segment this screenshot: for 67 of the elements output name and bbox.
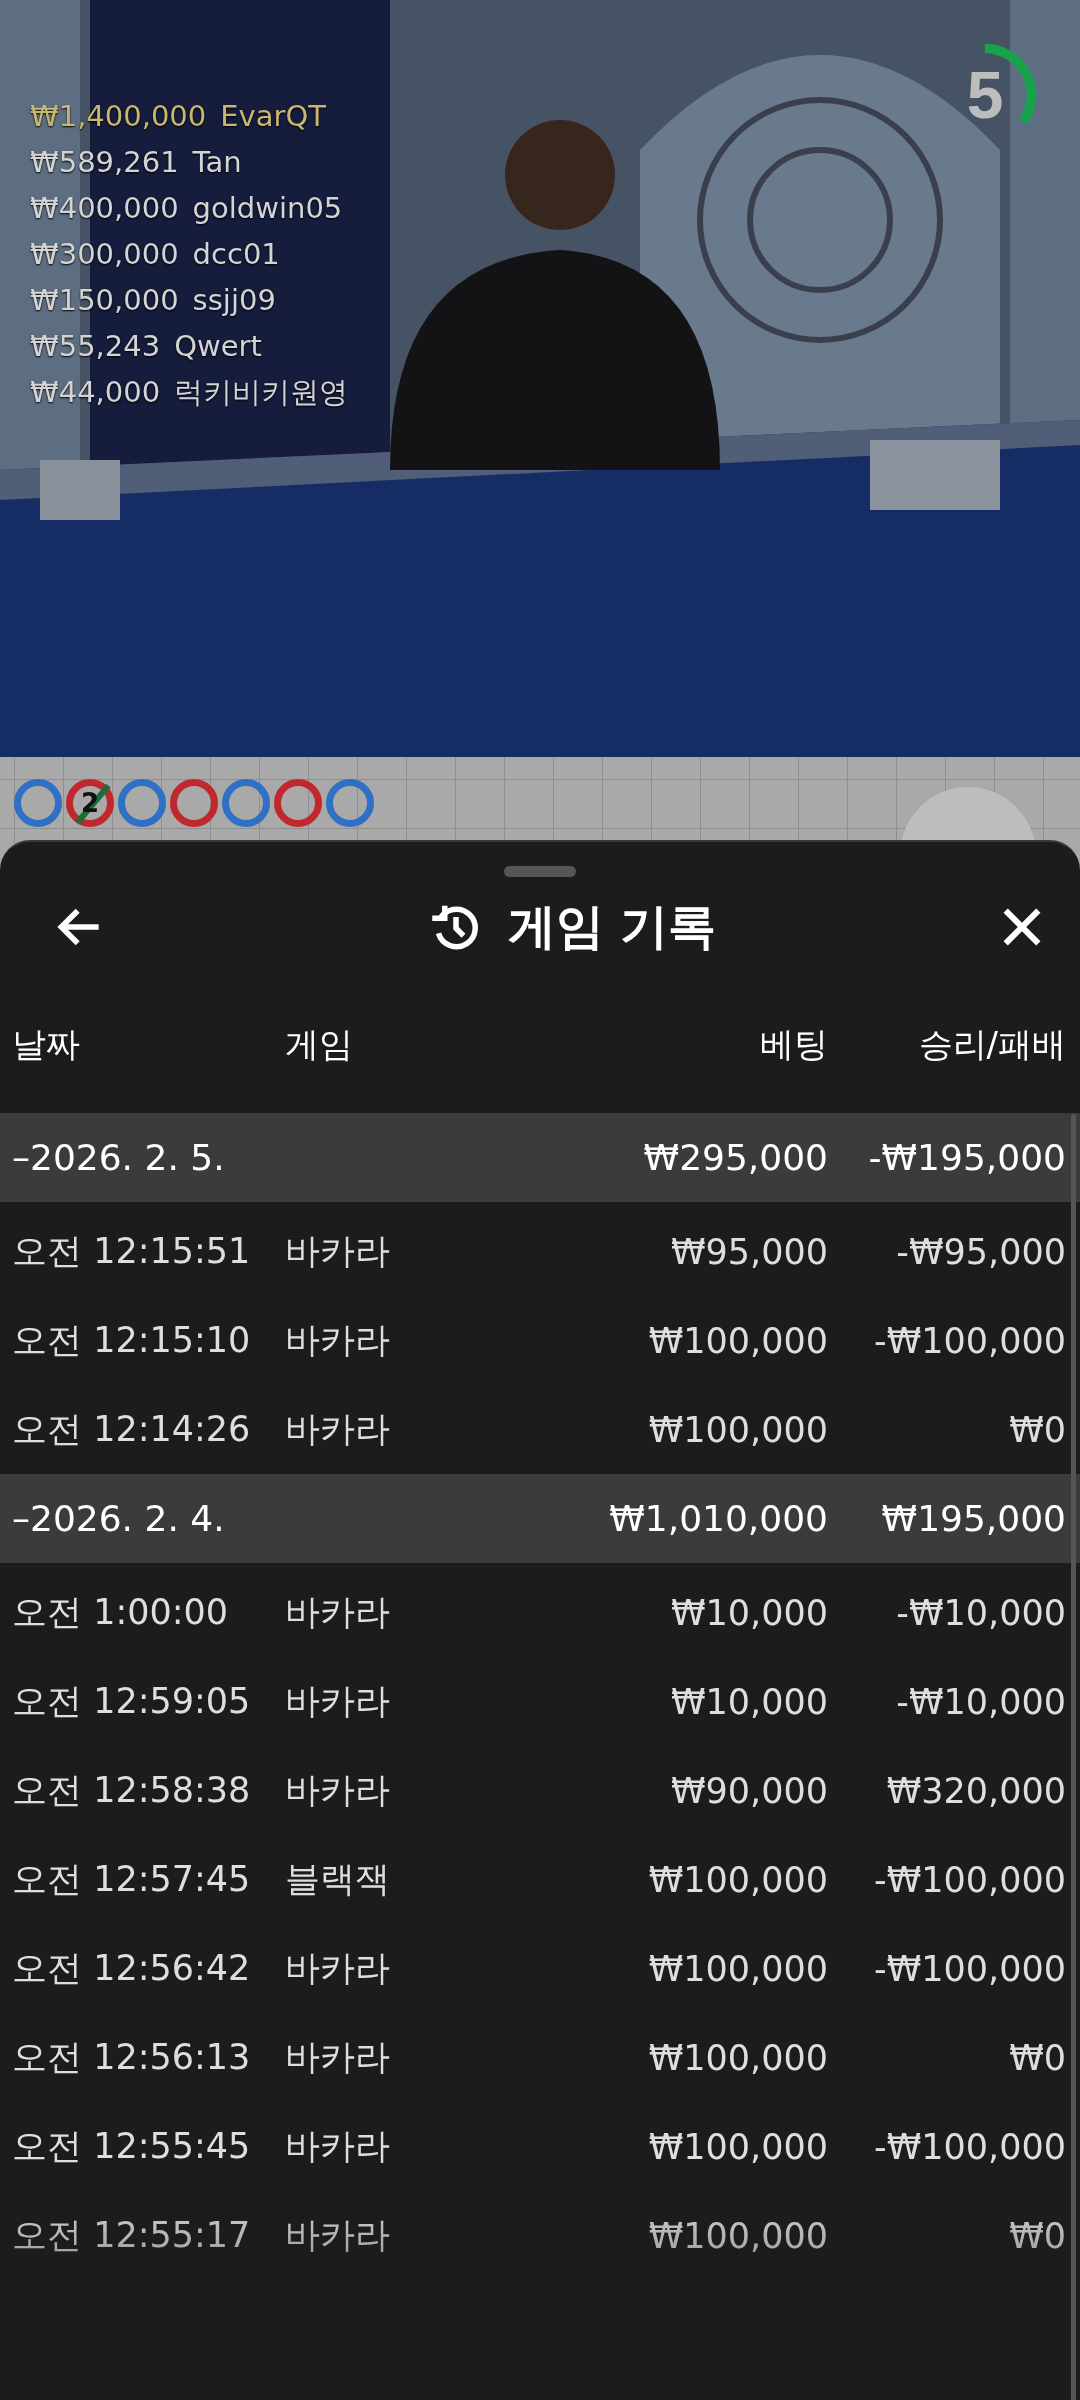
table-cell-text: 오전 12:58:38 [12,1769,252,1812]
table-cell-text: -₩100,000 [873,1948,1066,1989]
bet-amount: ₩1,400,000 [30,98,207,135]
countdown-number: 5 [966,57,1004,133]
table-cell-text: 블랙잭 [285,1858,391,1901]
table-cell-text: ₩100,000 [647,1859,828,1900]
table-cell-text: 바카라 [285,1319,391,1362]
table-cell-text: 바카라 [285,1769,391,1812]
player-name: Tan [192,144,242,181]
table-cell-text: ₩320,000 [885,1770,1066,1811]
bet-amount: ₩55,243 [30,328,161,365]
table-cell-text: 오전 12:15:10 [12,1319,252,1362]
column-header: 날짜 [12,1023,81,1066]
table-cell-text: 오전 12:14:26 [12,1408,252,1451]
player-name: dcc01 [192,236,280,273]
table-cell-text: -₩95,000 [895,1231,1066,1272]
table-cell-text: ₩100,000 [647,1320,828,1361]
table-cell-text: -₩100,000 [873,1859,1066,1900]
table-cell-text: 오전 12:56:13 [12,2036,252,2079]
player-name: 럭키비키원영 [174,374,349,411]
table-cell-text: 오전 12:55:45 [12,2125,252,2168]
table-cell-text: 바카라 [285,2125,391,2168]
bet-amount: ₩589,261 [30,144,179,181]
table-cell-text: 바카라 [285,1947,391,1990]
sheet-title: 게임 기록 [507,897,717,956]
table-cell-text: -₩100,000 [873,2126,1066,2167]
table-cell-text: ₩100,000 [647,2215,828,2256]
table-cell-text: ₩100,000 [647,2126,828,2167]
table-cell-text: 오전 12:55:17 [12,2214,252,2257]
table-cell-text: 오전 1:00:00 [12,1591,230,1634]
drag-handle[interactable] [504,866,576,877]
table-cell-text: 바카라 [285,1591,391,1634]
table-cell-text: ₩0 [1008,2037,1066,2078]
table-cell-text: ₩90,000 [669,1770,828,1811]
table-cell-text: 오전 12:59:05 [12,1680,252,1723]
bet-amount: ₩400,000 [30,190,179,227]
table-cell-text: 바카라 [285,1680,391,1723]
table-cell-text: -₩10,000 [895,1681,1066,1722]
date-group-row[interactable]: –2026. 2. 5. ₩295,000 -₩195,000 [0,1113,1080,1202]
table-cell-text: 오전 12:57:45 [12,1858,252,1901]
table-cell-text: ₩100,000 [647,1948,828,1989]
table-cell-text: ₩95,000 [669,1231,828,1272]
table-cell-text: 바카라 [285,1408,391,1451]
table-cell-text: 오전 12:15:51 [12,1230,252,1273]
table-cell-text: -₩100,000 [873,1320,1066,1361]
player-name: ssjj09 [192,282,276,319]
table-cell-text: ₩0 [1008,1409,1066,1450]
table-cell-text: 바카라 [285,2036,391,2079]
table-cell-text: 오전 12:56:42 [12,1947,252,1990]
table-cell-text: 바카라 [285,1230,391,1273]
player-name: Qwert [174,328,262,365]
table-cell-text: ₩100,000 [647,2037,828,2078]
table-cell-text: ₩10,000 [669,1592,828,1633]
table-cell-text: 바카라 [285,2214,391,2257]
table-cell-text: -₩10,000 [895,1592,1066,1633]
bet-amount: ₩150,000 [30,282,179,319]
column-header: 베팅 [759,1023,828,1066]
date-group-row[interactable]: –2026. 2. 4. ₩1,010,000 ₩195,000 [0,1474,1080,1563]
column-header: 게임 [285,1023,354,1066]
player-name: EvarQT [220,98,326,135]
bet-amount: ₩300,000 [30,236,179,273]
table-cell-text: ₩0 [1008,2215,1066,2256]
column-header: 승리/패배 [917,1023,1066,1066]
table-cell-text: ₩100,000 [647,1409,828,1450]
bet-amount: ₩44,000 [30,374,161,411]
player-name: goldwin05 [192,190,343,227]
table-cell-text: ₩10,000 [669,1681,828,1722]
